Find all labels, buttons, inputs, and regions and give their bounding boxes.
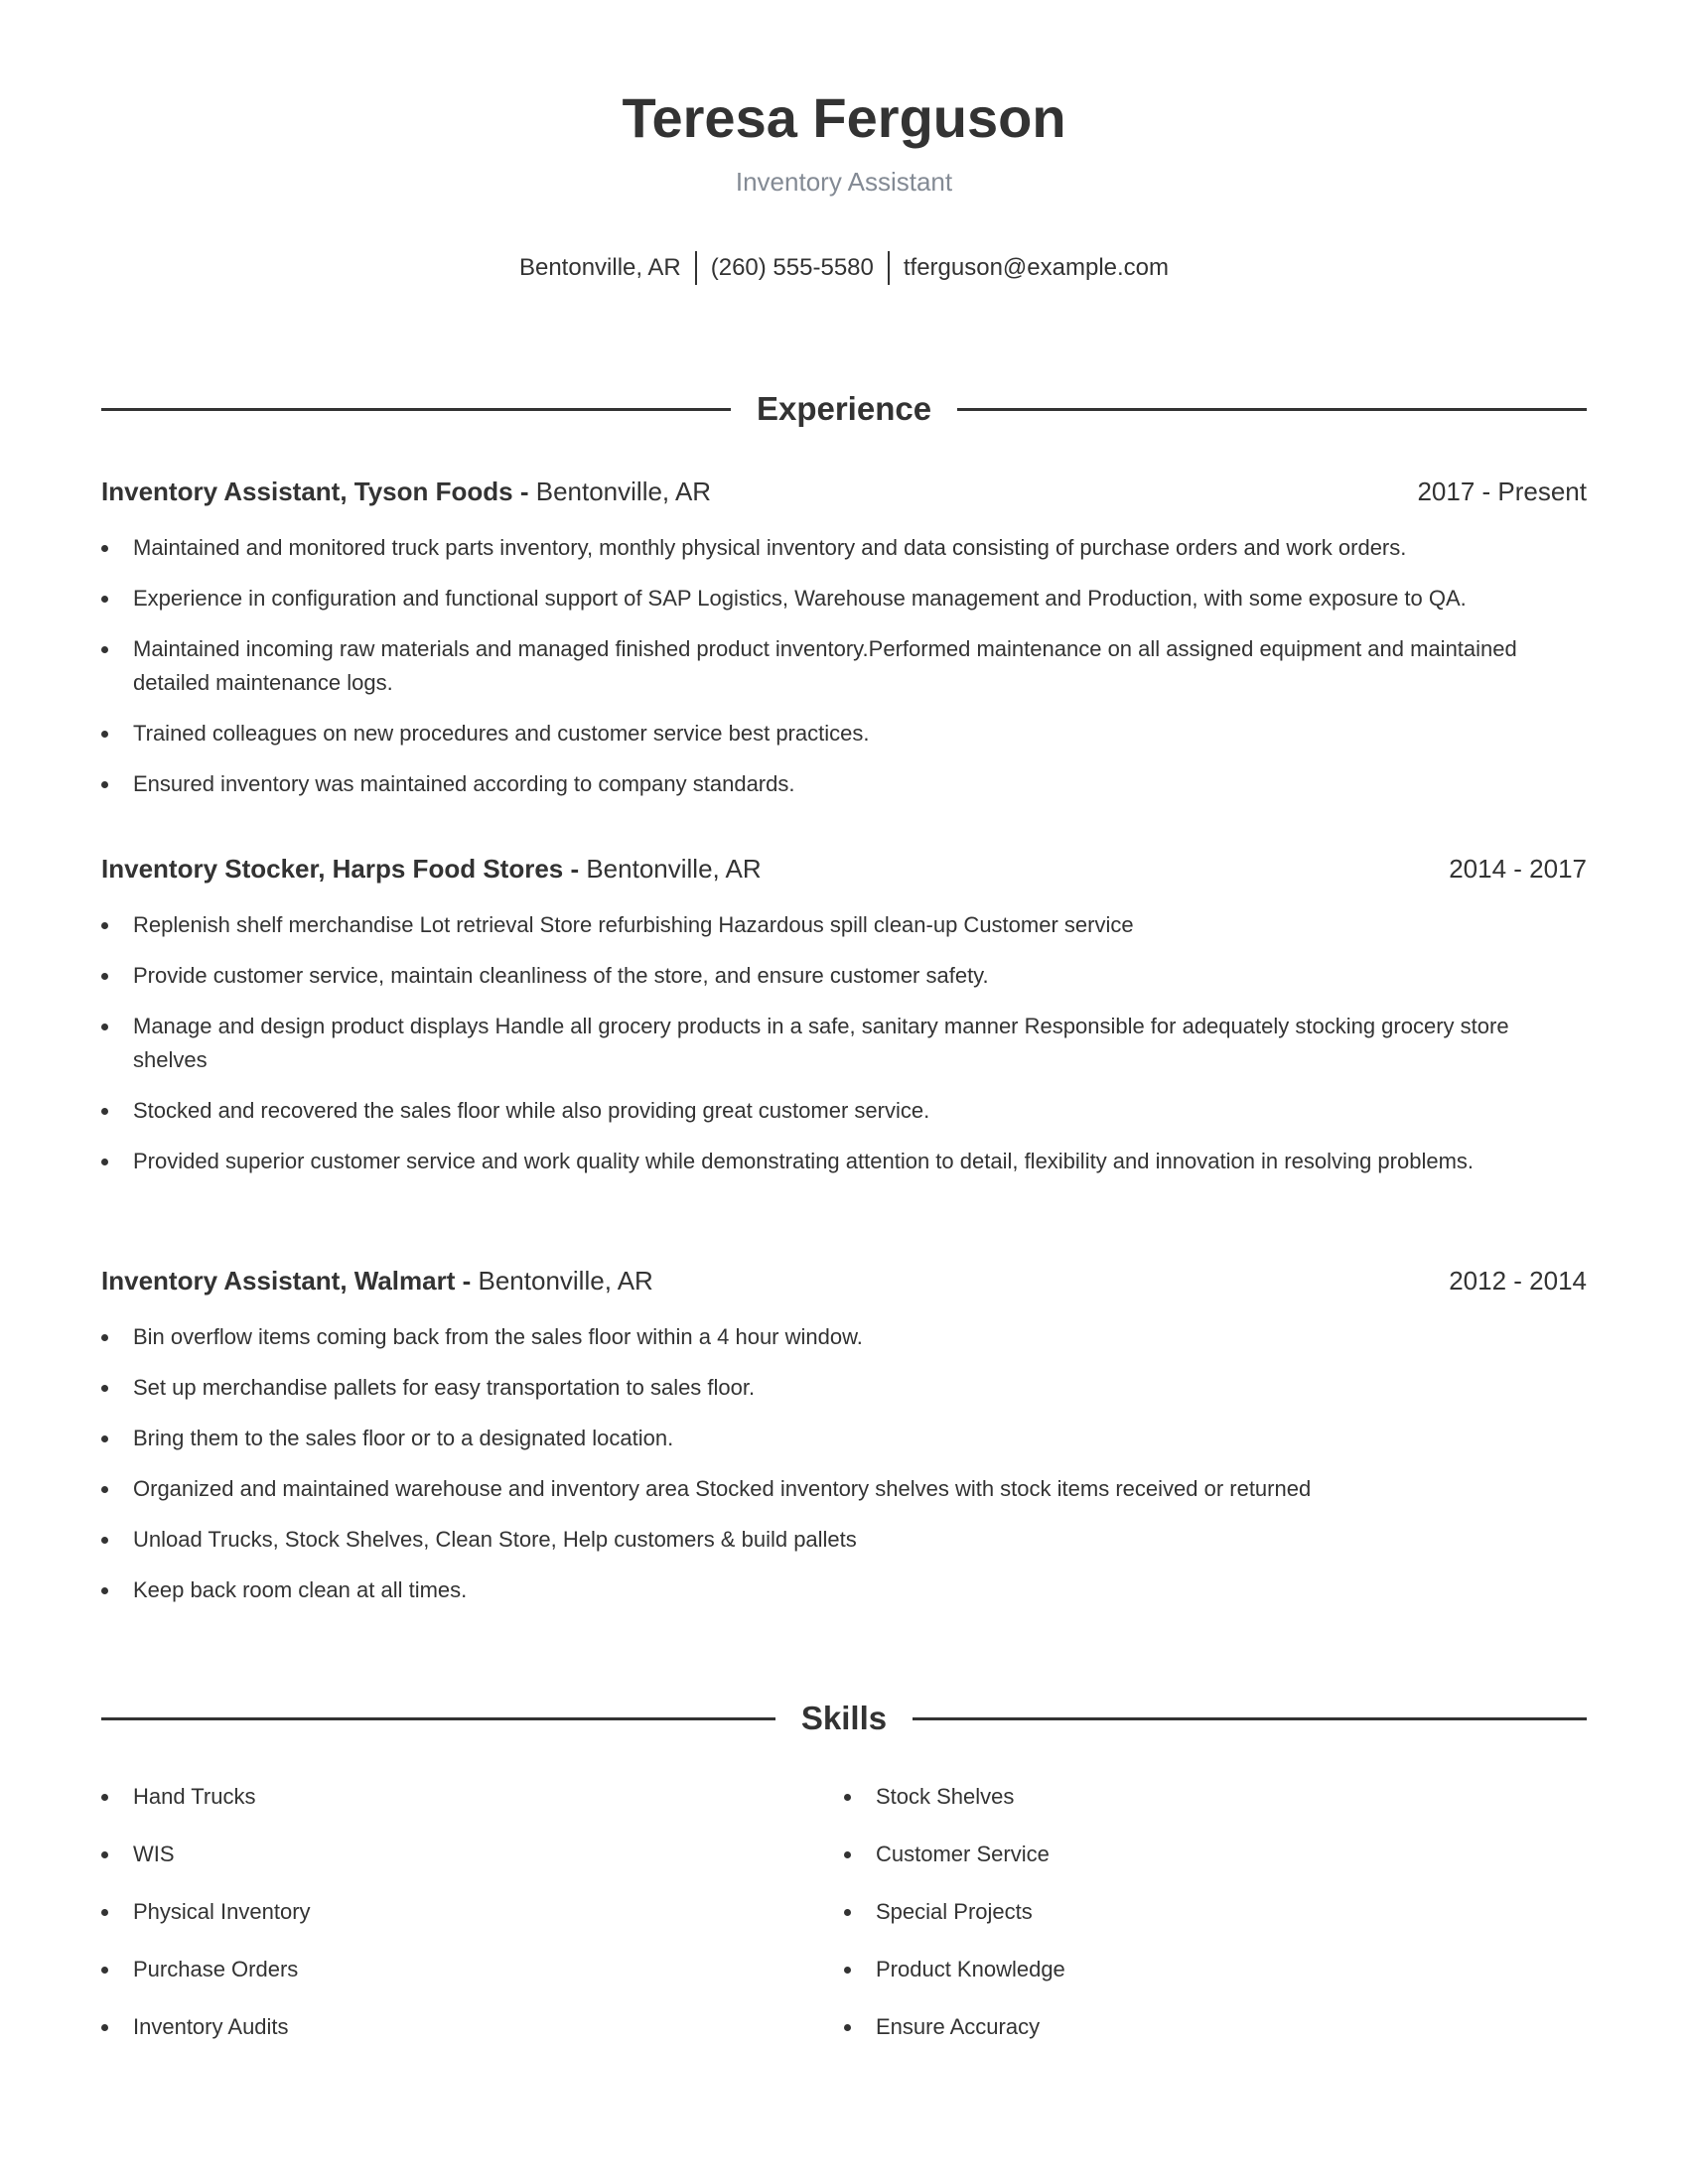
job-entry: Inventory Stocker, Harps Food Stores - B… <box>101 853 1587 1195</box>
job-bullet: Keep back room clean at all times. <box>101 1573 1587 1607</box>
job-bullet: Stocked and recovered the sales floor wh… <box>101 1094 1587 1128</box>
contact-divider <box>887 251 890 285</box>
job-title-line: Inventory Assistant, Tyson Foods - Bento… <box>101 476 711 507</box>
skill-item: Physical Inventory <box>101 1895 844 1929</box>
skill-item: Inventory Audits <box>101 2010 844 2044</box>
job-role: Inventory Stocker, Harps Food Stores - <box>101 854 587 884</box>
job-location: Bentonville, AR <box>478 1266 653 1296</box>
skill-item: Stock Shelves <box>844 1780 1587 1814</box>
job-title-line: Inventory Stocker, Harps Food Stores - B… <box>101 853 762 885</box>
skills-column-left: Hand Trucks WIS Physical Inventory Purch… <box>101 1780 844 2068</box>
job-bullet: Bring them to the sales floor or to a de… <box>101 1422 1587 1455</box>
contact-divider <box>694 251 697 285</box>
skills-bullets: Stock Shelves Customer Service Special P… <box>844 1780 1587 2044</box>
contact-email: tferguson@example.com <box>903 254 1170 281</box>
skills-title: Skills <box>800 1700 888 1736</box>
job-bullets: Replenish shelf merchandise Lot retrieva… <box>101 908 1587 1178</box>
job-bullet: Provided superior customer service and w… <box>101 1145 1587 1178</box>
job-role: Inventory Assistant, Tyson Foods - <box>101 477 536 506</box>
job-dates: 2014 - 2017 <box>1449 854 1587 884</box>
job-location: Bentonville, AR <box>535 477 712 506</box>
job-bullet: Manage and design product displays Handl… <box>101 1010 1587 1077</box>
skill-item: Customer Service <box>844 1838 1587 1871</box>
skill-item: Hand Trucks <box>101 1780 844 1814</box>
section-rule-right <box>913 1716 1588 1720</box>
section-rule-right <box>957 407 1588 411</box>
job-entry: Inventory Assistant, Walmart - Bentonvil… <box>101 1265 1587 1624</box>
job-bullet: Ensured inventory was maintained accordi… <box>101 767 1587 801</box>
job-bullet: Organized and maintained warehouse and i… <box>101 1472 1587 1506</box>
job-title-line: Inventory Assistant, Walmart - Bentonvil… <box>101 1265 653 1297</box>
job-bullet: Unload Trucks, Stock Shelves, Clean Stor… <box>101 1523 1587 1557</box>
job-bullet: Maintained and monitored truck parts inv… <box>101 531 1587 565</box>
experience-section-header: Experience <box>101 389 1588 429</box>
job-bullet: Set up merchandise pallets for easy tran… <box>101 1371 1587 1405</box>
job-bullet: Experience in configuration and function… <box>101 582 1587 615</box>
job-bullet: Provide customer service, maintain clean… <box>101 959 1587 993</box>
job-role: Inventory Assistant, Walmart - <box>101 1266 479 1296</box>
job-bullets: Bin overflow items coming back from the … <box>101 1320 1587 1607</box>
skills-bullets: Hand Trucks WIS Physical Inventory Purch… <box>101 1780 844 2044</box>
candidate-name: Teresa Ferguson <box>622 86 1066 149</box>
skills-list: Hand Trucks WIS Physical Inventory Purch… <box>101 1780 1587 2068</box>
job-header: Inventory Assistant, Tyson Foods - Bento… <box>101 476 1587 507</box>
job-dates: 2017 - Present <box>1417 477 1587 506</box>
skills-column-right: Stock Shelves Customer Service Special P… <box>844 1780 1587 2068</box>
contact-phone: (260) 555-5580 <box>710 254 874 281</box>
section-rule-left <box>101 407 731 411</box>
contact-line: Bentonville, AR (260) 555-5580 tferguson… <box>101 251 1587 285</box>
candidate-headline: Inventory Assistant <box>735 167 953 197</box>
job-bullet: Maintained incoming raw materials and ma… <box>101 632 1587 700</box>
skill-item: WIS <box>101 1838 844 1871</box>
job-bullet: Bin overflow items coming back from the … <box>101 1320 1587 1354</box>
skill-item: Special Projects <box>844 1895 1587 1929</box>
skill-item: Product Knowledge <box>844 1953 1587 1986</box>
job-location: Bentonville, AR <box>586 854 762 884</box>
skills-section-header: Skills <box>101 1699 1588 1738</box>
job-bullet: Replenish shelf merchandise Lot retrieva… <box>101 908 1587 942</box>
job-bullet: Trained colleagues on new procedures and… <box>101 717 1587 751</box>
job-bullets: Maintained and monitored truck parts inv… <box>101 531 1587 801</box>
skill-item: Ensure Accuracy <box>844 2010 1587 2044</box>
experience-title: Experience <box>756 390 932 427</box>
job-dates: 2012 - 2014 <box>1449 1266 1587 1296</box>
job-entry: Inventory Assistant, Tyson Foods - Bento… <box>101 476 1587 818</box>
job-header: Inventory Stocker, Harps Food Stores - B… <box>101 853 1587 885</box>
section-rule-left <box>101 1716 775 1720</box>
job-header: Inventory Assistant, Walmart - Bentonvil… <box>101 1265 1587 1297</box>
skill-item: Purchase Orders <box>101 1953 844 1986</box>
contact-location: Bentonville, AR <box>518 254 681 281</box>
